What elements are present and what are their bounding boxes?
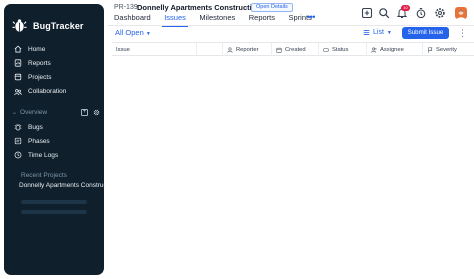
more-options-icon[interactable]: ⋮ [458, 27, 467, 39]
phases-icon [14, 137, 22, 145]
bug-logo-icon [12, 19, 27, 32]
layout-toggle[interactable]: List ▼ [363, 29, 392, 36]
home-icon [14, 45, 22, 53]
recent-projects-label: Recent Projects [21, 172, 67, 179]
loading-placeholder [21, 200, 87, 204]
clock-icon [14, 151, 22, 159]
sidebar-item-label: Reports [28, 59, 51, 67]
tab-issues[interactable]: Issues [162, 13, 188, 27]
column-label: Reporter [236, 46, 259, 53]
column-header-assignee[interactable]: Assignee [366, 43, 422, 56]
settings-gear-icon[interactable] [434, 7, 446, 19]
notification-count-badge: 10 [401, 5, 410, 11]
main-nav: Home Reports Projects Collaboration [14, 42, 66, 99]
project-name: Donnelly Apartments Construction [137, 3, 261, 12]
overview-label: Overview [20, 108, 48, 116]
bug-icon [14, 123, 22, 131]
column-label: Status [332, 46, 349, 53]
sidebar-item-time-logs[interactable]: Time Logs [14, 148, 58, 162]
user-avatar-image [456, 10, 466, 19]
column-label: Assignee [380, 46, 404, 53]
column-header-severity[interactable]: Severity [422, 43, 474, 56]
calendar-icon [276, 47, 282, 53]
recent-project-item[interactable]: Donnelly Apartments Construction [19, 182, 105, 193]
submit-issue-button[interactable]: Submit Issue [402, 27, 449, 39]
section-actions: + [81, 108, 100, 116]
tab-reports[interactable]: Reports [249, 13, 275, 24]
sidebar-item-label: Projects [28, 73, 52, 81]
gear-icon[interactable] [93, 109, 100, 116]
person-icon [227, 46, 233, 53]
column-header-created[interactable]: Created [271, 43, 318, 56]
sidebar-item-home[interactable]: Home [14, 42, 66, 56]
column-header-issue[interactable]: Issue [112, 43, 196, 56]
sidebar-item-label: Phases [28, 137, 50, 145]
column-header-reporter[interactable]: Reporter [222, 43, 271, 56]
sidebar-item-reports[interactable]: Reports [14, 56, 66, 70]
column-label: Issue [116, 46, 130, 53]
column-header-status[interactable]: Status [318, 43, 366, 56]
column-label: Severity [436, 46, 457, 53]
brand[interactable]: BugTracker [12, 18, 84, 33]
column-header-spacer [196, 43, 222, 56]
add-square-icon[interactable] [361, 7, 373, 19]
projects-icon [14, 74, 22, 81]
sidebar-item-label: Bugs [28, 123, 43, 131]
project-id: PR-139 [114, 4, 138, 11]
search-icon[interactable] [378, 7, 390, 19]
caret-down-icon: ▼ [386, 29, 392, 36]
app-window: BugTracker Home Reports Projects Collabo… [0, 0, 474, 279]
add-icon[interactable]: + [81, 108, 88, 116]
sidebar-item-collaboration[interactable]: Collaboration [14, 85, 66, 99]
more-tabs-icon[interactable]: ••• [307, 12, 315, 22]
tab-milestones[interactable]: Milestones [199, 13, 235, 24]
layout-label: List [373, 29, 384, 36]
sidebar-item-label: Home [28, 45, 46, 53]
open-details-button[interactable]: Open Details [251, 3, 293, 12]
status-icon [323, 47, 329, 52]
chevron-down-icon: ⌄ [12, 109, 18, 116]
list-view-icon [363, 29, 370, 36]
sidebar-item-phases[interactable]: Phases [14, 134, 58, 148]
brand-name: BugTracker [33, 20, 84, 31]
loading-placeholder [21, 210, 87, 214]
severity-icon [428, 46, 433, 53]
overview-nav: Bugs Phases Time Logs [14, 120, 58, 162]
issues-table-header: Issue Reporter Created Status Assignee S… [112, 42, 474, 56]
project-tabs: Dashboard Issues Milestones Reports Spri… [114, 13, 325, 27]
overview-section-header[interactable]: ⌄ Overview + [12, 106, 100, 118]
timer-icon[interactable] [415, 7, 427, 19]
sidebar-item-projects[interactable]: Projects [14, 70, 66, 84]
sidebar-item-label: Collaboration [28, 88, 67, 96]
view-filter-label: All Open [115, 28, 144, 37]
sidebar-item-label: Time Logs [28, 151, 59, 159]
collaboration-icon [14, 88, 22, 95]
column-label: Created [285, 46, 306, 53]
sidebar-item-bugs[interactable]: Bugs [14, 120, 58, 134]
tab-dashboard[interactable]: Dashboard [114, 13, 151, 24]
header-divider [108, 25, 474, 26]
user-avatar[interactable] [455, 7, 467, 19]
view-filter-dropdown[interactable]: All Open ▼ [115, 28, 151, 37]
sidebar: BugTracker Home Reports Projects Collabo… [4, 4, 105, 275]
reports-icon [14, 59, 22, 67]
caret-down-icon: ▼ [145, 31, 151, 37]
assignee-icon [371, 47, 377, 53]
